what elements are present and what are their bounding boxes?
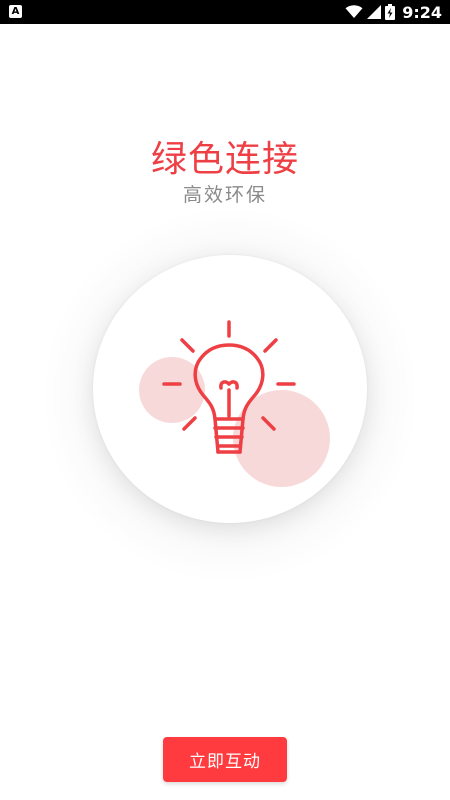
page-title: 绿色连接 [150,139,299,180]
lightbulb-icon [158,318,300,460]
interact-now-button[interactable]: 立即互动 [163,737,287,782]
wifi-icon [345,5,363,19]
a-notification-icon: A [9,5,22,18]
page-subtitle: 高效环保 [182,184,267,206]
status-left: A [9,5,22,18]
status-right: 9:24 [345,0,442,24]
cell-signal-icon [367,5,382,19]
status-time: 9:24 [402,2,442,22]
status-bar: A 9:24 [0,0,450,24]
battery-icon [385,4,396,20]
